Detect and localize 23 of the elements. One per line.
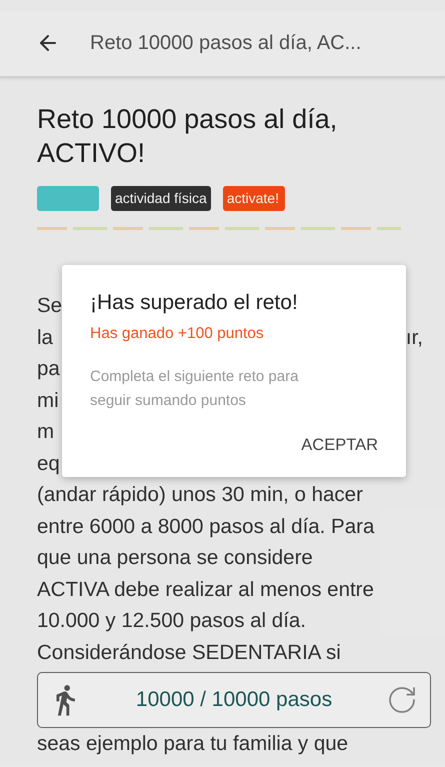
dialog-title: ¡Has superado el reto!: [90, 291, 299, 315]
body-text: Se: [37, 293, 62, 319]
body-text: pa: [37, 356, 60, 382]
header-title: Reto 10000 pasos al día, AC...: [90, 32, 362, 54]
body-text: entre 6000 a 8000 pasos al día. Para: [37, 514, 374, 540]
body-text: ACTIVA debe realizar al menos entre: [37, 576, 374, 602]
body-text: 10.000 y 12.500 pasos al día.: [37, 608, 306, 634]
body-text: mi: [37, 388, 59, 414]
body-text: seas ejemplo para tu familia y que: [37, 731, 348, 757]
body-text: ır,: [406, 324, 423, 350]
tag: actividad física: [111, 186, 211, 211]
challenge-title: Reto 10000 pasos al día, ACTIVO!: [37, 103, 338, 170]
tag: activate!: [222, 186, 285, 211]
body-text: Considerándose SEDENTARIA si: [37, 640, 341, 666]
dialog-message: Completa el siguiente reto para seguir sumando puntos: [90, 367, 300, 411]
body-text: m: [37, 419, 54, 445]
body-text: que una persona se considere: [37, 545, 313, 571]
body-text: (andar rápido) unos 30 min, o hacer: [37, 482, 363, 508]
points-earned: Has ganado +100 puntos: [90, 325, 265, 343]
accept-button[interactable]: ACEPTAR: [295, 430, 384, 461]
step-reading: 10000 / 10000 pasos: [136, 688, 332, 712]
body-text: eq: [37, 450, 60, 476]
body-text: la: [37, 324, 53, 350]
